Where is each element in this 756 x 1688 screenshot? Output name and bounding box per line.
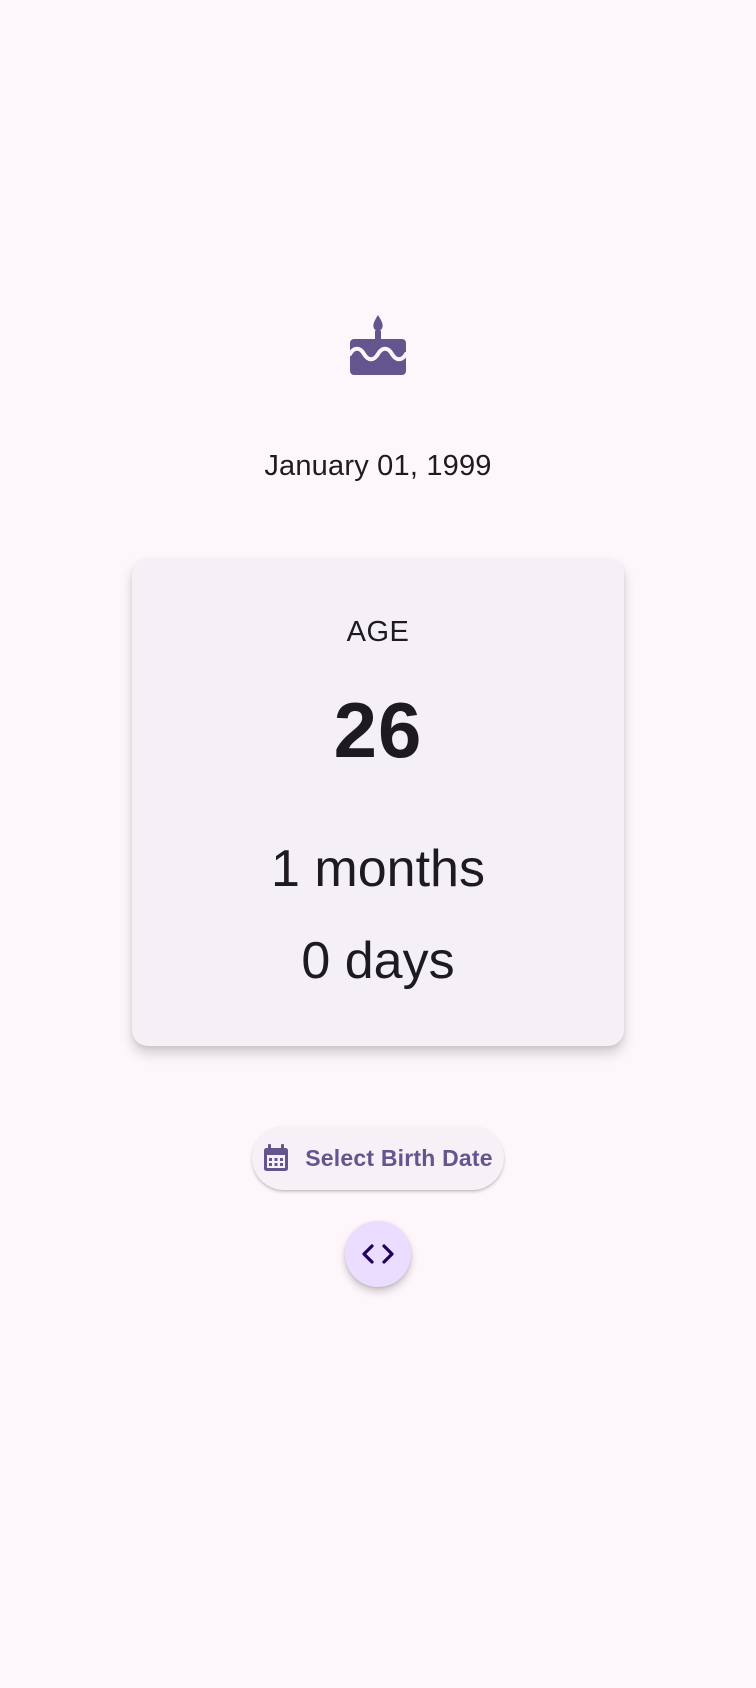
age-calculator-screen: January 01, 1999 AGE 26 1 months 0 days … <box>0 0 756 1688</box>
age-card: AGE 26 1 months 0 days <box>132 558 624 1046</box>
code-fab-button[interactable] <box>345 1221 411 1287</box>
birth-date-text: January 01, 1999 <box>264 450 492 482</box>
select-birth-date-button[interactable]: Select Birth Date <box>252 1126 504 1190</box>
age-years-value: 26 <box>333 686 423 774</box>
calendar-icon <box>264 1144 289 1171</box>
age-months-value: 1 months <box>271 840 485 898</box>
select-birth-date-label: Select Birth Date <box>305 1145 493 1171</box>
age-label: AGE <box>346 616 410 648</box>
age-days-value: 0 days <box>301 932 455 990</box>
cake-icon <box>350 315 406 375</box>
code-icon <box>362 1244 394 1264</box>
